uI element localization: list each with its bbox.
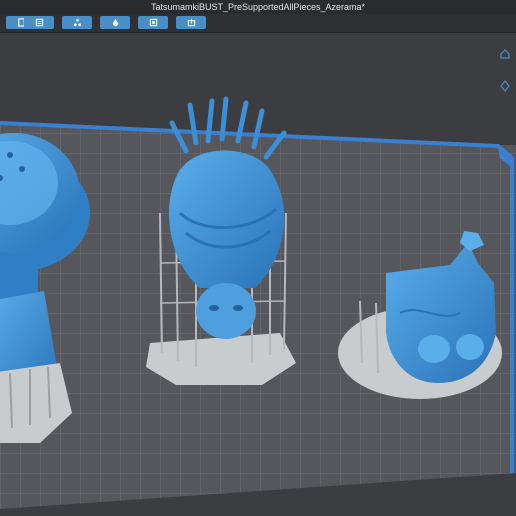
home-icon[interactable] (498, 47, 512, 61)
supports-icon (73, 18, 81, 27)
layers-button[interactable] (24, 16, 54, 29)
layers-icon (35, 18, 43, 27)
scene-render (0, 96, 516, 509)
window-title: TatsumamkiBUST_PreSupportedAllPieces_Aze… (0, 0, 516, 14)
material-button[interactable] (100, 16, 130, 29)
3d-viewport[interactable] (0, 33, 516, 516)
export-button[interactable] (176, 16, 206, 29)
drop-icon (112, 18, 118, 27)
preview-icon (149, 18, 157, 27)
supports-button[interactable] (62, 16, 92, 29)
rotate-view-icon[interactable] (498, 79, 512, 93)
export-icon (187, 18, 195, 27)
preview-button[interactable] (138, 16, 168, 29)
toolbar (0, 14, 516, 33)
